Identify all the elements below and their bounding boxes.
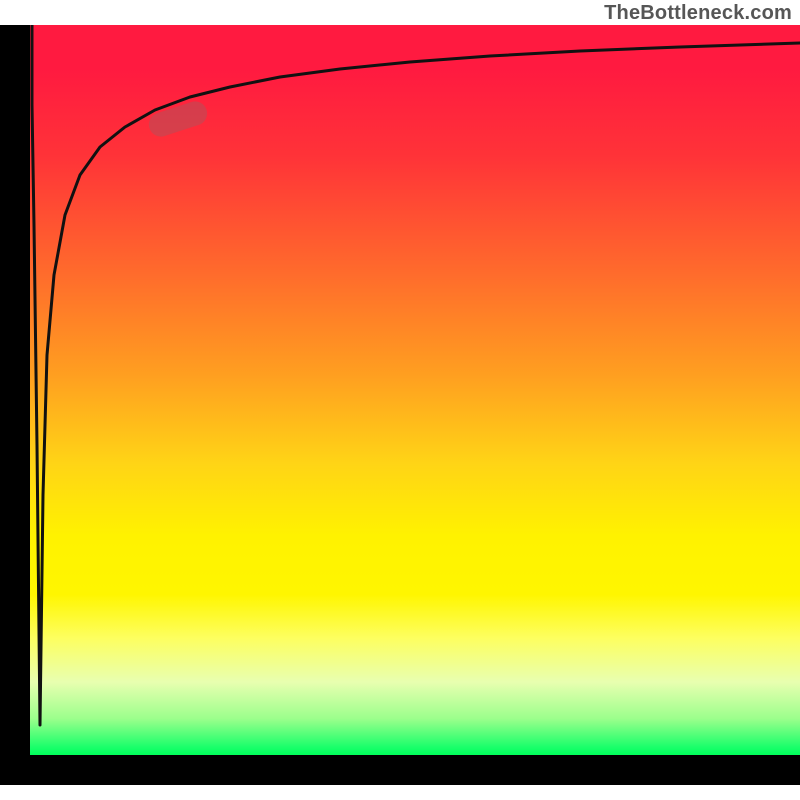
plot-frame (0, 25, 800, 785)
watermark-text: TheBottleneck.com (604, 2, 792, 25)
curve-path (32, 25, 800, 725)
highlight-pill (146, 98, 210, 139)
plot-gradient-background (30, 25, 800, 755)
curve-layer (30, 25, 800, 755)
